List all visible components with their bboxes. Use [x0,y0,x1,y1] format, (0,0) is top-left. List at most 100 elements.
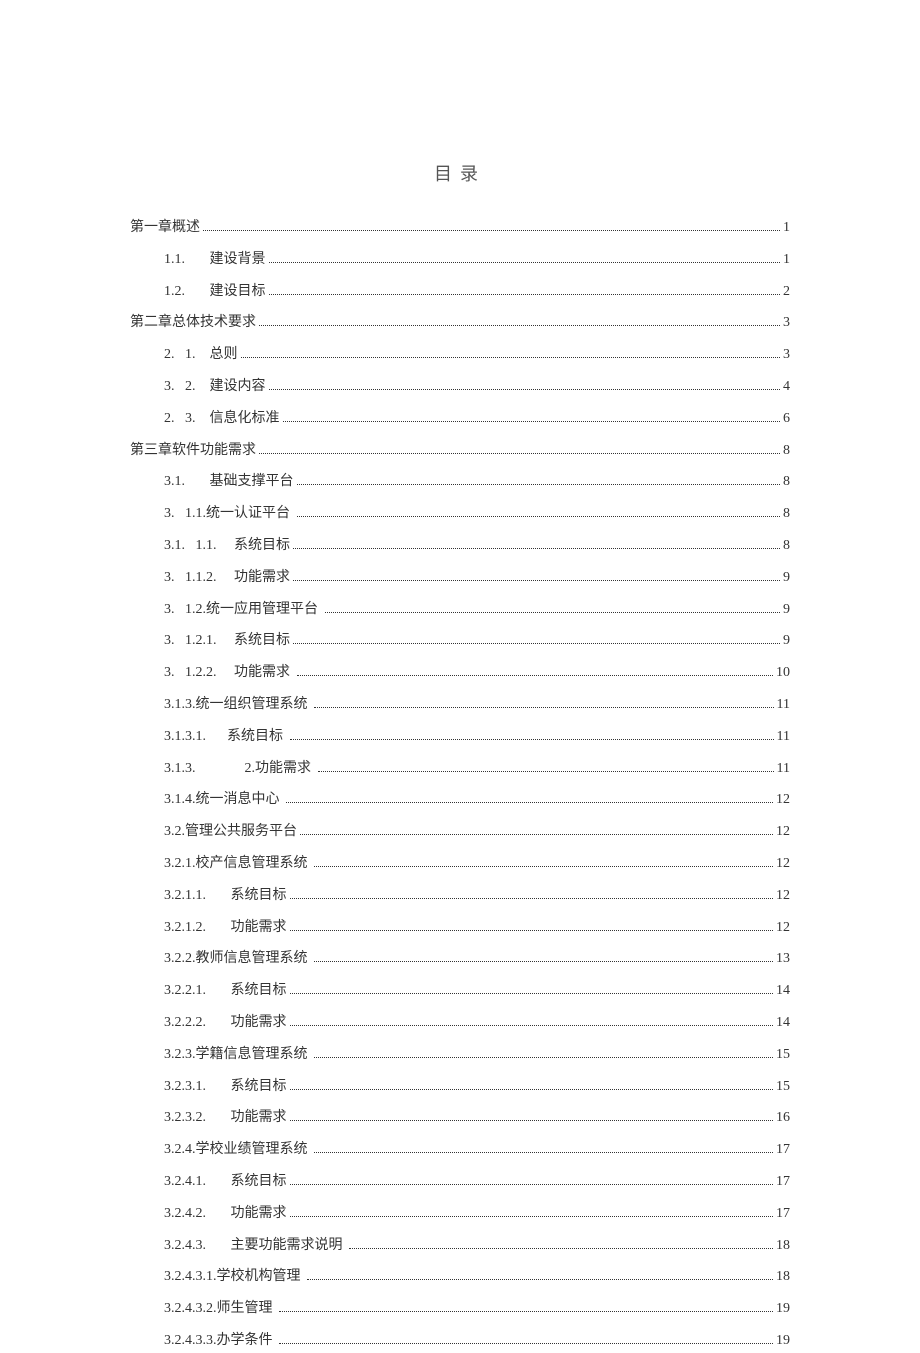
toc-leader-dots [293,548,780,549]
toc-page-number: 15 [776,1043,790,1067]
toc-label: 第三章软件功能需求 [130,439,256,463]
toc-page-number: 6 [783,407,790,431]
toc-leader-dots [279,1343,773,1344]
toc-entry: 3.2.2.1. 系统目标 14 [130,979,790,1003]
toc-page-number: 19 [776,1329,790,1353]
toc-label: 3.2.4.3.3.办学条件 [164,1329,276,1353]
toc-leader-dots [300,834,773,835]
toc-label: 2. 1. 总则 [164,343,238,367]
toc-page-number: 9 [783,598,790,622]
toc-label: 3.1.4.统一消息中心 [164,788,283,812]
toc-leader-dots [269,262,781,263]
toc-page-number: 17 [776,1138,790,1162]
toc-page-number: 13 [776,947,790,971]
toc-entry: 1.1. 建设背景 1 [130,248,790,272]
toc-page-number: 12 [776,916,790,940]
toc-page-number: 3 [783,311,790,335]
toc-entry: 第二章总体技术要求3 [130,311,790,335]
toc-page-number: 8 [783,439,790,463]
toc-leader-dots [290,1120,774,1121]
toc-label: 3. 1.2.2. 功能需求 [164,661,294,685]
toc-entry: 3.2.管理公共服务平台12 [130,820,790,844]
toc-label: 3. 2. 建设内容 [164,375,266,399]
toc-label: 3.2.3.2. 功能需求 [164,1106,287,1130]
toc-page-number: 9 [783,566,790,590]
toc-entry: 3.1.4.统一消息中心 12 [130,788,790,812]
toc-page-number: 1 [783,248,790,272]
toc-page-number: 2 [783,280,790,304]
toc-page-number: 9 [783,629,790,653]
toc-label: 3.2.3.学籍信息管理系统 [164,1043,311,1067]
toc-label: 3.1. 1.1. 系统目标 [164,534,290,558]
toc-label: 2. 3. 信息化标准 [164,407,280,431]
toc-leader-dots [269,294,781,295]
toc-leader-dots [307,1279,773,1280]
toc-leader-dots [290,1025,774,1026]
toc-label: 3.2.管理公共服务平台 [164,820,297,844]
toc-entry: 3.2.4.1. 系统目标17 [130,1170,790,1194]
toc-label: 1.1. 建设背景 [164,248,266,272]
toc-label: 3. 1.1.统一认证平台 [164,502,294,526]
toc-leader-dots [290,1089,774,1090]
toc-label: 3.2.4.3.1.学校机构管理 [164,1265,304,1289]
toc-leader-dots [314,961,773,962]
toc-leader-dots [290,898,774,899]
toc-label: 3.2.1.1. 系统目标 [164,884,287,908]
toc-label: 3.1.3.统一组织管理系统 [164,693,311,717]
toc-leader-dots [325,612,781,613]
toc-page-number: 10 [776,661,790,685]
toc-entry: 3.2.3.1. 系统目标 15 [130,1075,790,1099]
toc-page-number: 11 [777,725,790,749]
toc-entry: 第一章概述 1 [130,216,790,240]
toc-label: 3.2.1.校产信息管理系统 [164,852,311,876]
toc-entry: 3.1. 1.1. 系统目标8 [130,534,790,558]
toc-leader-dots [283,421,781,422]
toc-leader-dots [259,453,780,454]
toc-entry: 3.1.3.1. 系统目标 11 [130,725,790,749]
toc-label: 3.2.1.2. 功能需求 [164,916,287,940]
toc-entry: 3. 2. 建设内容4 [130,375,790,399]
toc-label: 3.2.4.学校业绩管理系统 [164,1138,311,1162]
toc-entry: 第三章软件功能需求 8 [130,439,790,463]
toc-entry: 2. 3. 信息化标准 6 [130,407,790,431]
toc-leader-dots [269,389,781,390]
toc-page-number: 17 [776,1202,790,1226]
toc-label: 3.2.3.1. 系统目标 [164,1075,287,1099]
toc-page-number: 1 [783,216,790,240]
toc-leader-dots [297,516,781,517]
toc-leader-dots [279,1311,773,1312]
toc-entry: 3.2.1.1. 系统目标 12 [130,884,790,908]
toc-leader-dots [290,739,774,740]
toc-page-number: 12 [776,884,790,908]
toc-entry: 3.2.4.2. 功能需求 17 [130,1202,790,1226]
toc-label: 第一章概述 [130,216,200,240]
toc-leader-dots [241,357,781,358]
toc-entry: 3. 1.2.统一应用管理平台 9 [130,598,790,622]
toc-page-number: 17 [776,1170,790,1194]
toc-label: 3. 1.1.2. 功能需求 [164,566,290,590]
toc-leader-dots [297,675,774,676]
toc-entry: 1.2. 建设目标2 [130,280,790,304]
toc-leader-dots [293,643,780,644]
toc-entry: 3.1. 基础支撑平台8 [130,470,790,494]
toc-page-number: 16 [776,1106,790,1130]
toc-entry: 3.1.3.统一组织管理系统 11 [130,693,790,717]
toc-leader-dots [349,1248,773,1249]
toc-entry: 3.2.3.学籍信息管理系统 15 [130,1043,790,1067]
toc-entry: 3.2.1.2. 功能需求 12 [130,916,790,940]
toc-entry: 3.2.4.3.3.办学条件 19 [130,1329,790,1353]
toc-label: 3. 1.2.统一应用管理平台 [164,598,322,622]
toc-entry: 3.2.3.2. 功能需求 16 [130,1106,790,1130]
toc-page-number: 14 [776,979,790,1003]
toc-page-number: 15 [776,1075,790,1099]
toc-label: 3.1. 基础支撑平台 [164,470,294,494]
toc-entry: 3. 1.2.2. 功能需求 10 [130,661,790,685]
toc-label: 3.2.4.2. 功能需求 [164,1202,287,1226]
toc-label: 3.2.2.1. 系统目标 [164,979,287,1003]
toc-page-number: 14 [776,1011,790,1035]
toc-leader-dots [318,771,774,772]
toc-label: 3.2.2.教师信息管理系统 [164,947,311,971]
toc-leader-dots [314,1152,773,1153]
toc-title: 目录 [130,160,790,186]
toc-page-number: 18 [776,1265,790,1289]
